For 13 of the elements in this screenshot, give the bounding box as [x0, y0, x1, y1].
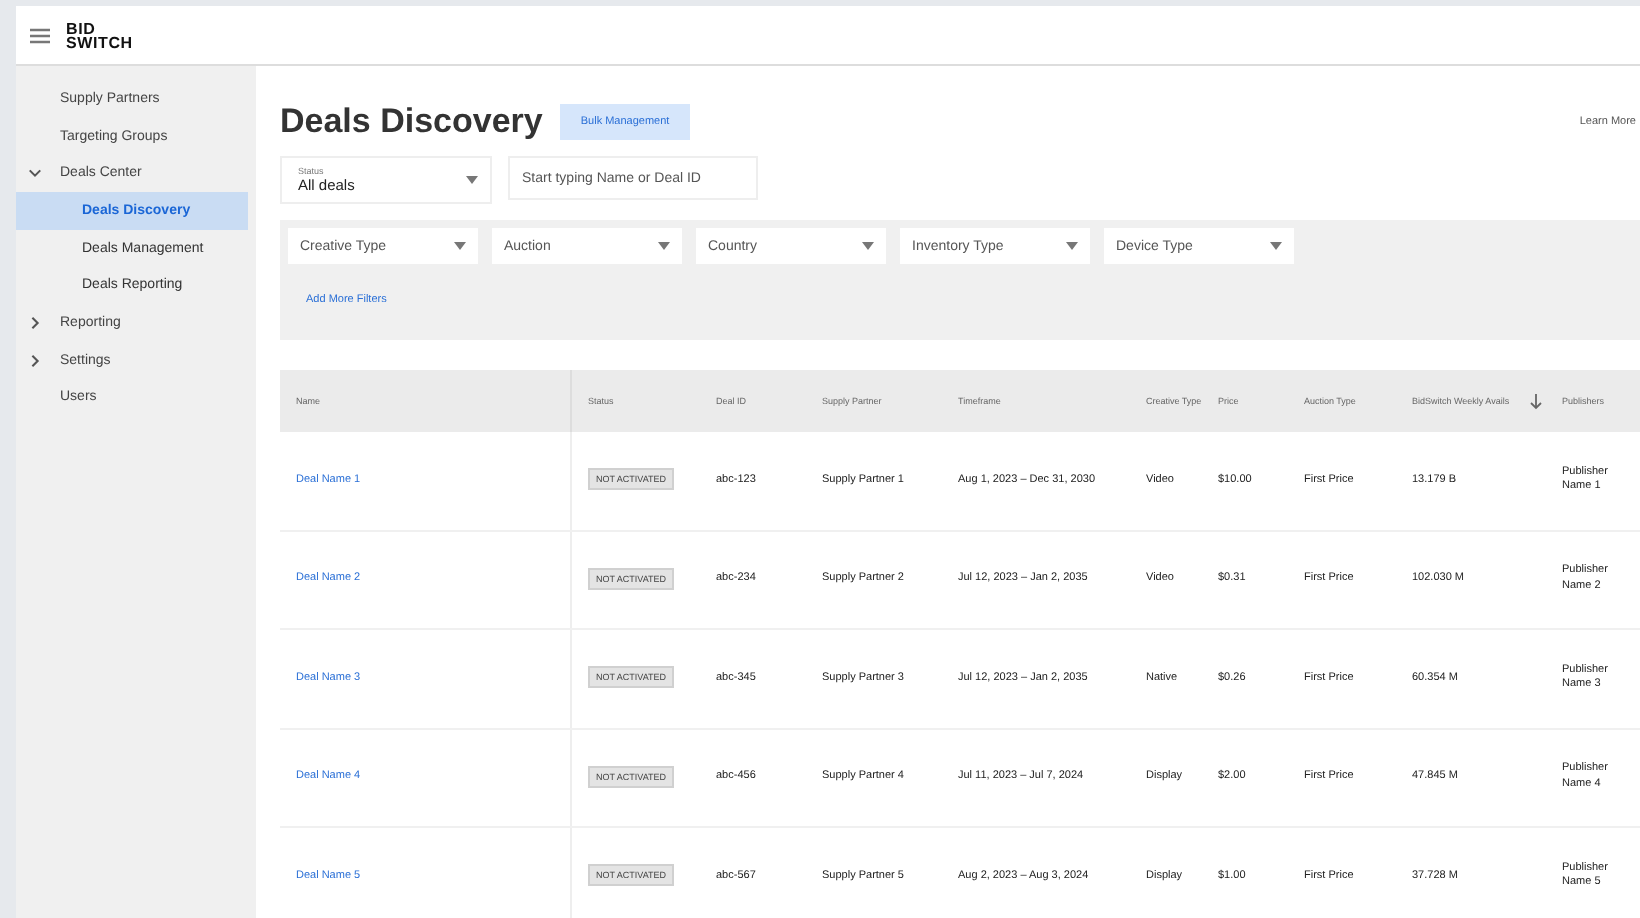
chevron-icon: [28, 353, 42, 368]
chevron-icon: [28, 315, 42, 330]
caret-icon: [454, 242, 466, 250]
menu-icon[interactable]: [30, 27, 50, 43]
caret-icon: [658, 242, 670, 250]
caret-icon: [1270, 242, 1282, 250]
sort-arrow-icon[interactable]: [1529, 393, 1542, 409]
caret-icon: [466, 176, 478, 184]
caret-icon: [862, 242, 874, 250]
chevron-icon: [28, 166, 42, 181]
caret-icon: [1066, 242, 1078, 250]
page-title: Deals Discovery: [280, 102, 543, 142]
logo: BID SWITCH: [66, 21, 133, 49]
